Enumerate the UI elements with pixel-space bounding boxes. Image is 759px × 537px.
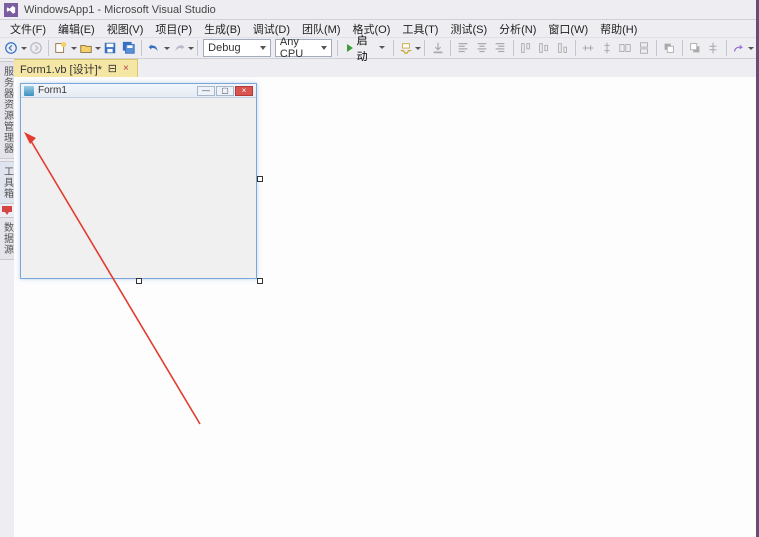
save-button[interactable] [102,39,119,57]
same-height-button[interactable] [636,39,653,57]
start-debug-label: 启动 [357,32,376,64]
solution-config-dropdown[interactable]: Debug [203,39,271,57]
form-icon [24,86,34,96]
nav-back-button[interactable] [3,39,20,57]
align-right-button[interactable] [492,39,509,57]
menu-debug[interactable]: 调试(D) [247,21,296,37]
undo-dropdown[interactable] [164,47,170,50]
resize-handle-bottom[interactable] [136,278,142,284]
align-center-button[interactable] [473,39,490,57]
step-out-button[interactable] [429,39,446,57]
left-sidebar: 服务器资源管理器 工具箱 数据源 [0,59,14,537]
align-top-button[interactable] [517,39,534,57]
vs-logo-icon [4,3,18,17]
document-tab-form1[interactable]: Form1.vb [设计]* ⊟ × [14,59,138,77]
toolbar: Debug Any CPU 启动 [0,37,756,59]
vspace-equal-button[interactable] [599,39,616,57]
send-back-button[interactable] [687,39,704,57]
redo-button[interactable] [171,39,188,57]
form-minimize-button[interactable]: — [197,86,215,96]
form-designer-surface[interactable]: Form1 — ▢ × [14,77,756,537]
form-title-text: Form1 [38,85,67,96]
tab-close-icon[interactable]: × [121,64,131,74]
same-width-button[interactable] [617,39,634,57]
document-tab-strip: Form1.vb [设计]* ⊟ × [14,59,756,77]
align-left-button[interactable] [455,39,472,57]
menu-help[interactable]: 帮助(H) [594,21,643,37]
center-horiz-button[interactable] [705,39,722,57]
menu-test[interactable]: 测试(S) [444,21,493,37]
tab-order-dropdown[interactable] [748,47,754,50]
play-icon [347,44,353,52]
form-title-bar: Form1 — ▢ × [21,84,256,98]
align-middle-button[interactable] [536,39,553,57]
align-bottom-button[interactable] [555,39,572,57]
find-dropdown[interactable] [415,47,421,50]
document-tab-label: Form1.vb [设计]* [20,61,102,77]
toolbox-pin-icon [2,206,12,216]
designed-form[interactable]: Form1 — ▢ × [20,83,257,279]
menu-tools[interactable]: 工具(T) [396,21,444,37]
save-all-button[interactable] [121,39,138,57]
hspace-equal-button[interactable] [580,39,597,57]
menu-build[interactable]: 生成(B) [198,21,247,37]
menu-view[interactable]: 视图(V) [101,21,150,37]
find-button[interactable] [398,39,415,57]
window-title: WindowsApp1 - Microsoft Visual Studio [24,4,216,16]
menu-window[interactable]: 窗口(W) [542,21,594,37]
title-bar: WindowsApp1 - Microsoft Visual Studio [0,0,756,20]
new-project-button[interactable] [53,39,70,57]
tab-pin-icon[interactable]: ⊟ [108,64,117,73]
open-file-button[interactable] [78,39,95,57]
resize-handle-right[interactable] [257,176,263,182]
nav-back-dropdown[interactable] [21,47,27,50]
tab-order-button[interactable] [731,39,748,57]
undo-button[interactable] [146,39,163,57]
solution-platform-dropdown[interactable]: Any CPU [275,39,332,57]
redo-dropdown[interactable] [188,47,194,50]
menu-edit[interactable]: 编辑(E) [52,21,101,37]
start-debug-button[interactable]: 启动 [343,39,388,57]
form-maximize-button[interactable]: ▢ [216,86,234,96]
form-client-area[interactable] [21,98,256,278]
bring-front-button[interactable] [661,39,678,57]
menu-bar: 文件(F) 编辑(E) 视图(V) 项目(P) 生成(B) 调试(D) 团队(M… [0,20,756,37]
menu-project[interactable]: 项目(P) [149,21,198,37]
menu-team[interactable]: 团队(M) [296,21,347,37]
menu-analyze[interactable]: 分析(N) [493,21,542,37]
resize-handle-corner[interactable] [257,278,263,284]
nav-forward-button[interactable] [28,39,45,57]
form-close-button[interactable]: × [235,86,253,96]
menu-file[interactable]: 文件(F) [4,21,52,37]
new-project-dropdown[interactable] [71,47,77,50]
open-file-dropdown[interactable] [95,47,101,50]
